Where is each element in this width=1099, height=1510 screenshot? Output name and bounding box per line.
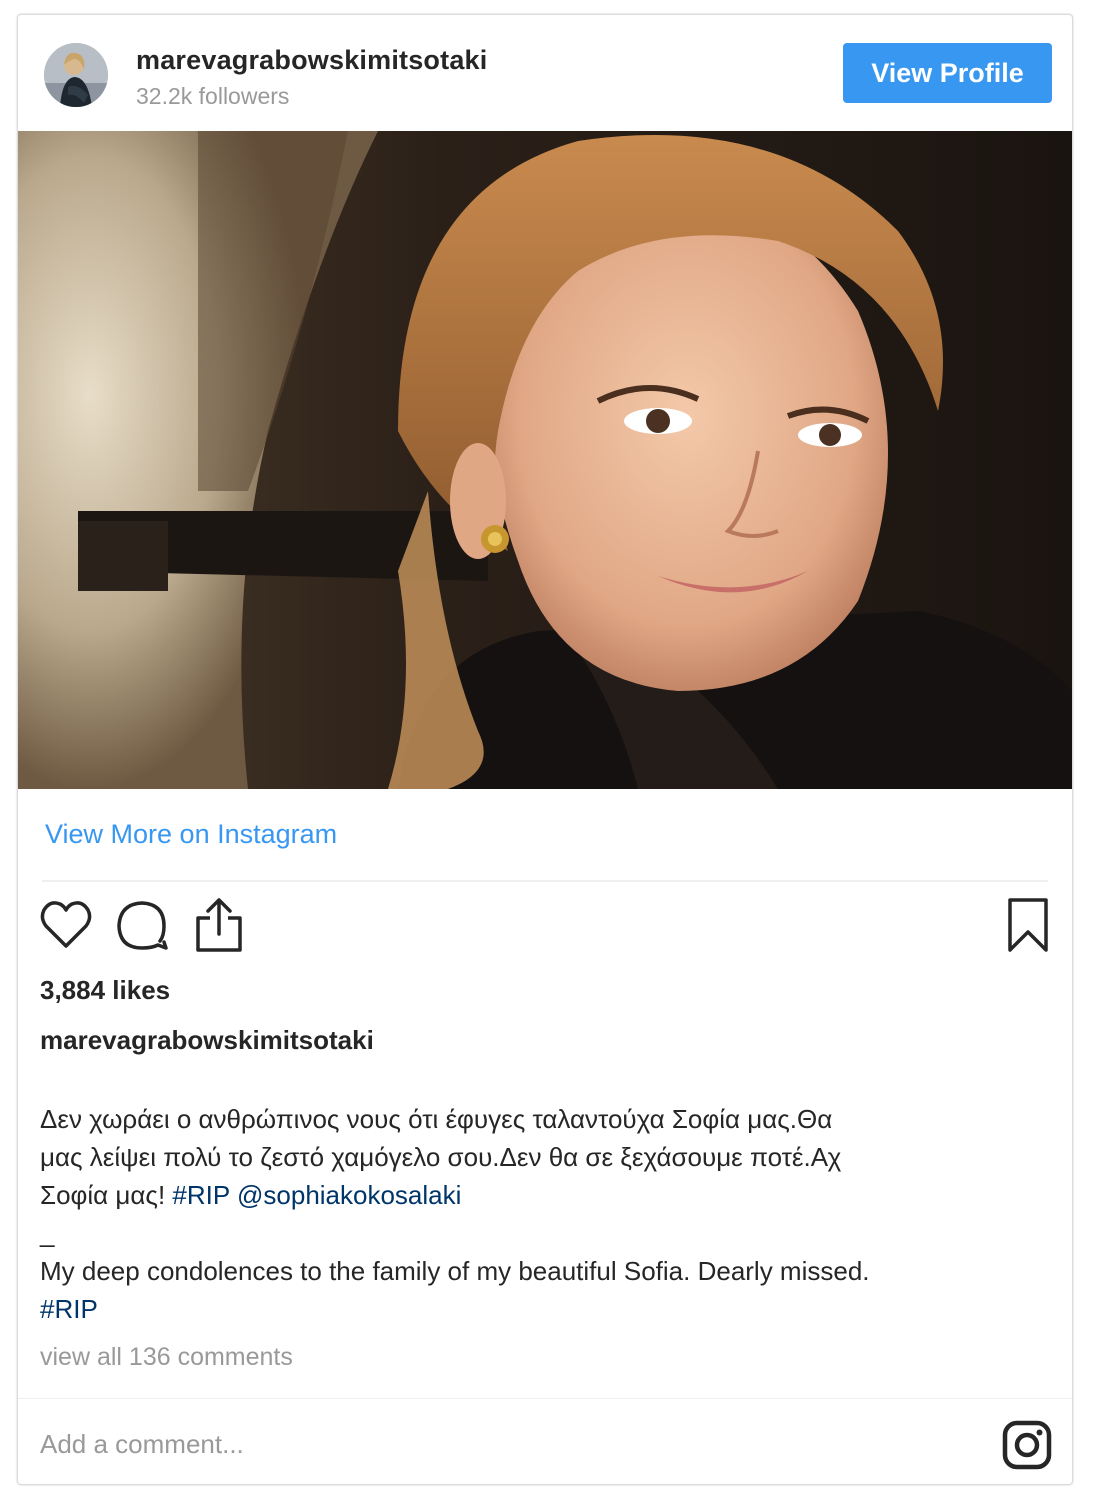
view-profile-button[interactable]: View Profile	[843, 43, 1052, 103]
followers-count: 32.2k followers	[136, 83, 290, 109]
caption-username[interactable]: marevagrabowskimitsotaki	[40, 1025, 374, 1056]
caption-line-2: μας λείψει πολύ το ζεστό χαμόγελο σου.Δε…	[40, 1142, 842, 1172]
instagram-logo-icon[interactable]	[1002, 1420, 1052, 1475]
caption-english: My deep condolences to the family of my …	[40, 1256, 870, 1286]
instagram-embed-card: marevagrabowskimitsotaki 32.2k followers…	[17, 14, 1073, 1485]
bookmark-icon[interactable]	[1004, 896, 1052, 959]
divider	[42, 880, 1048, 882]
profile-username[interactable]: marevagrabowskimitsotaki	[136, 45, 487, 76]
hashtag-rip-2[interactable]: #RIP	[40, 1294, 98, 1324]
heart-icon[interactable]	[38, 898, 94, 955]
share-icon[interactable]	[192, 896, 246, 959]
mention-sophiakokosalaki[interactable]: @sophiakokosalaki	[237, 1180, 461, 1210]
caption-hashtag-line: #RIP	[40, 1290, 1040, 1328]
caption-separator: _	[40, 1218, 55, 1248]
avatar[interactable]	[44, 43, 108, 107]
caption-line-3: Σοφία μας! #RIP @sophiakokosalaki	[40, 1176, 1040, 1214]
post-photo[interactable]	[18, 131, 1072, 789]
comment-icon[interactable]	[114, 898, 170, 957]
likes-count[interactable]: 3,884 likes	[40, 975, 170, 1006]
avatar-image	[44, 43, 108, 107]
post-caption: Δεν χωράει ο ανθρώπινος νους ότι έφυγες …	[40, 1100, 1040, 1328]
view-all-comments-link[interactable]: view all 136 comments	[40, 1343, 293, 1372]
caption-line-1: Δεν χωράει ο ανθρώπινος νους ότι έφυγες …	[40, 1104, 833, 1134]
comment-divider	[18, 1398, 1072, 1399]
portrait-image	[18, 131, 1072, 789]
view-more-on-instagram-link[interactable]: View More on Instagram	[45, 819, 337, 850]
add-comment-input[interactable]: Add a comment...	[40, 1429, 940, 1460]
hashtag-rip[interactable]: #RIP	[172, 1180, 229, 1210]
caption-line-3-text: Σοφία μας!	[40, 1180, 173, 1210]
post-header: marevagrabowskimitsotaki 32.2k followers…	[18, 15, 1072, 131]
